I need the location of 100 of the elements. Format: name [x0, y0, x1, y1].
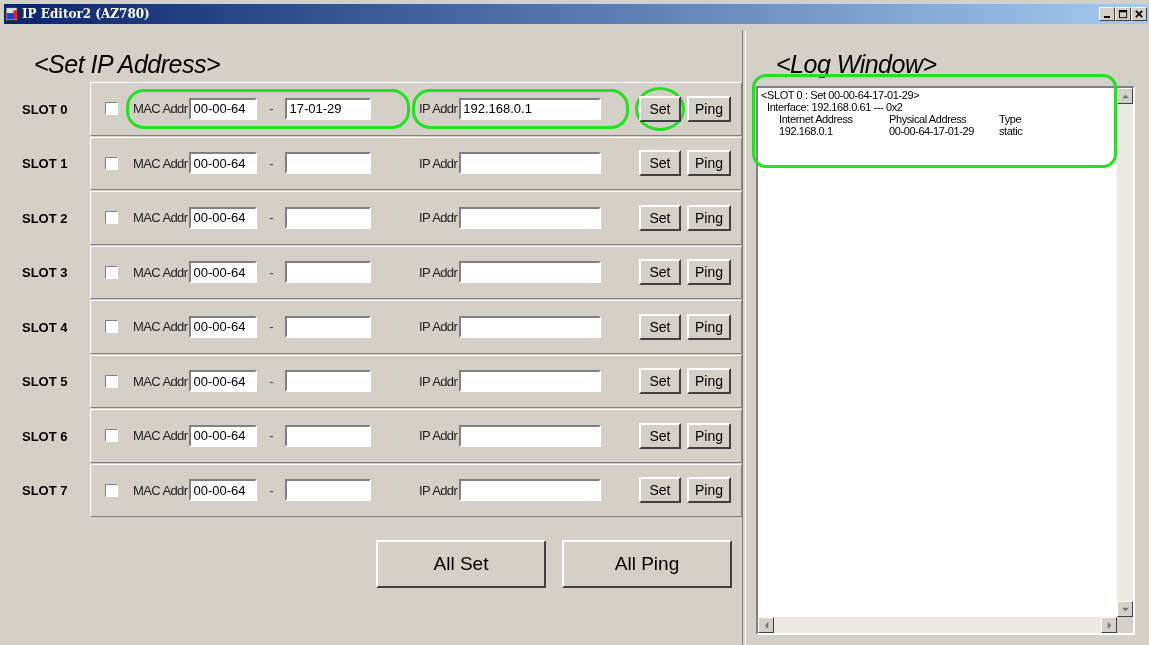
separator: - [268, 155, 275, 171]
mac-prefix-field[interactable]: 00-00-64 [189, 152, 258, 175]
ip-label: IP Addr [419, 155, 458, 171]
ping-button[interactable]: Ping [687, 477, 731, 504]
mac-label: MAC Addr [133, 264, 188, 280]
ip-label: IP Addr [419, 373, 458, 389]
mac-prefix-field[interactable]: 00-00-64 [189, 97, 258, 120]
set-button[interactable]: Set [639, 477, 681, 504]
scroll-right-button[interactable] [1101, 617, 1117, 633]
ip-label: IP Addr [419, 482, 458, 498]
separator: - [268, 210, 275, 226]
ip-label: IP Addr [419, 319, 458, 335]
mac-label: MAC Addr [133, 210, 188, 226]
scroll-up-button[interactable] [1117, 88, 1133, 104]
mac-label: MAC Addr [133, 428, 188, 444]
slot-label: SLOT 0 [21, 100, 69, 119]
ip-field[interactable]: 192.168.0.1 [459, 97, 602, 120]
separator: - [268, 373, 275, 389]
set-button[interactable]: Set [639, 150, 681, 177]
mac-suffix-field[interactable] [285, 479, 372, 502]
ip-field[interactable] [459, 261, 602, 284]
mac-prefix-field[interactable]: 00-00-64 [189, 370, 258, 393]
ip-label: IP Addr [419, 101, 458, 117]
mac-suffix-field[interactable]: 17-01-29 [285, 97, 372, 120]
close-icon [1134, 9, 1144, 19]
maximize-button[interactable] [1115, 7, 1131, 21]
mac-suffix-field[interactable] [285, 315, 372, 338]
all-ping-button[interactable]: All Ping [562, 540, 732, 588]
vertical-scrollbar[interactable] [1117, 88, 1133, 617]
set-button[interactable]: Set [639, 95, 681, 122]
mac-suffix-field[interactable] [285, 424, 372, 447]
mac-label: MAC Addr [133, 482, 188, 498]
all-set-button[interactable]: All Set [376, 540, 546, 588]
scroll-left-button[interactable] [758, 617, 774, 633]
minimize-button[interactable] [1099, 7, 1115, 21]
slot-label: SLOT 7 [21, 482, 69, 501]
down-arrow-icon [1121, 605, 1129, 613]
slot-label: SLOT 4 [21, 318, 69, 337]
mac-prefix-field[interactable]: 00-00-64 [189, 315, 258, 338]
mac-prefix-field[interactable]: 00-00-64 [189, 206, 258, 229]
checkbox[interactable] [105, 320, 118, 334]
slot-label: SLOT 3 [21, 264, 69, 283]
mac-prefix-field[interactable]: 00-00-64 [189, 261, 258, 284]
right-arrow-icon [1105, 621, 1113, 629]
log-line: <SLOT 0 : Set 00-00-64-17-01-29> [761, 89, 921, 101]
ping-button[interactable]: Ping [687, 95, 731, 122]
mac-label: MAC Addr [133, 373, 188, 389]
scroll-down-button[interactable] [1117, 601, 1133, 617]
ip-field[interactable] [459, 370, 602, 393]
separator: - [268, 101, 275, 117]
ping-button[interactable]: Ping [687, 313, 731, 340]
mac-suffix-field[interactable] [285, 152, 372, 175]
log-cell-text: static [999, 125, 1024, 137]
maximize-icon [1118, 9, 1128, 19]
separator: - [268, 319, 275, 335]
log-cell-text: 00-00-64-17-01-29 [889, 125, 975, 137]
panel-heading: <Set IP Address> [33, 49, 222, 80]
checkbox[interactable] [105, 156, 118, 170]
ping-button[interactable]: Ping [687, 368, 731, 395]
slot-label: SLOT 6 [21, 427, 69, 446]
left-arrow-icon [762, 621, 770, 629]
checkbox[interactable] [105, 429, 118, 443]
ping-button[interactable]: Ping [687, 259, 731, 286]
ping-button[interactable]: Ping [687, 150, 731, 177]
mac-prefix-field[interactable]: 00-00-64 [189, 424, 258, 447]
minimize-icon [1104, 16, 1110, 18]
mac-suffix-field[interactable] [285, 261, 372, 284]
ip-field[interactable] [459, 424, 602, 447]
checkbox[interactable] [105, 265, 118, 279]
separator: - [268, 482, 275, 498]
separator: - [268, 428, 275, 444]
checkbox[interactable] [105, 483, 118, 497]
mac-prefix-field[interactable]: 00-00-64 [189, 479, 258, 502]
up-arrow-icon [1121, 92, 1129, 100]
checkbox[interactable] [105, 102, 118, 116]
app-icon [6, 7, 19, 21]
ip-field[interactable] [459, 152, 602, 175]
ip-field[interactable] [459, 479, 602, 502]
set-button[interactable]: Set [639, 368, 681, 395]
ip-field[interactable] [459, 315, 602, 338]
slot-label: SLOT 1 [21, 155, 69, 174]
mac-suffix-field[interactable] [285, 206, 372, 229]
ping-button[interactable]: Ping [687, 204, 731, 231]
checkbox[interactable] [105, 374, 118, 388]
set-button[interactable]: Set [639, 422, 681, 449]
close-button[interactable] [1131, 7, 1147, 21]
log-column-heading: Type [999, 113, 1023, 125]
set-button[interactable]: Set [639, 259, 681, 286]
ip-label: IP Addr [419, 428, 458, 444]
ping-button[interactable]: Ping [687, 422, 731, 449]
set-button[interactable]: Set [639, 313, 681, 340]
window-title: IP Editor2 (AZ780) [22, 7, 150, 21]
set-button[interactable]: Set [639, 204, 681, 231]
horizontal-scrollbar[interactable] [758, 617, 1117, 633]
ip-label: IP Addr [419, 210, 458, 226]
mac-suffix-field[interactable] [285, 370, 372, 393]
mac-label: MAC Addr [133, 155, 188, 171]
slot-label: SLOT 2 [21, 209, 69, 228]
ip-field[interactable] [459, 206, 602, 229]
checkbox[interactable] [105, 211, 118, 225]
